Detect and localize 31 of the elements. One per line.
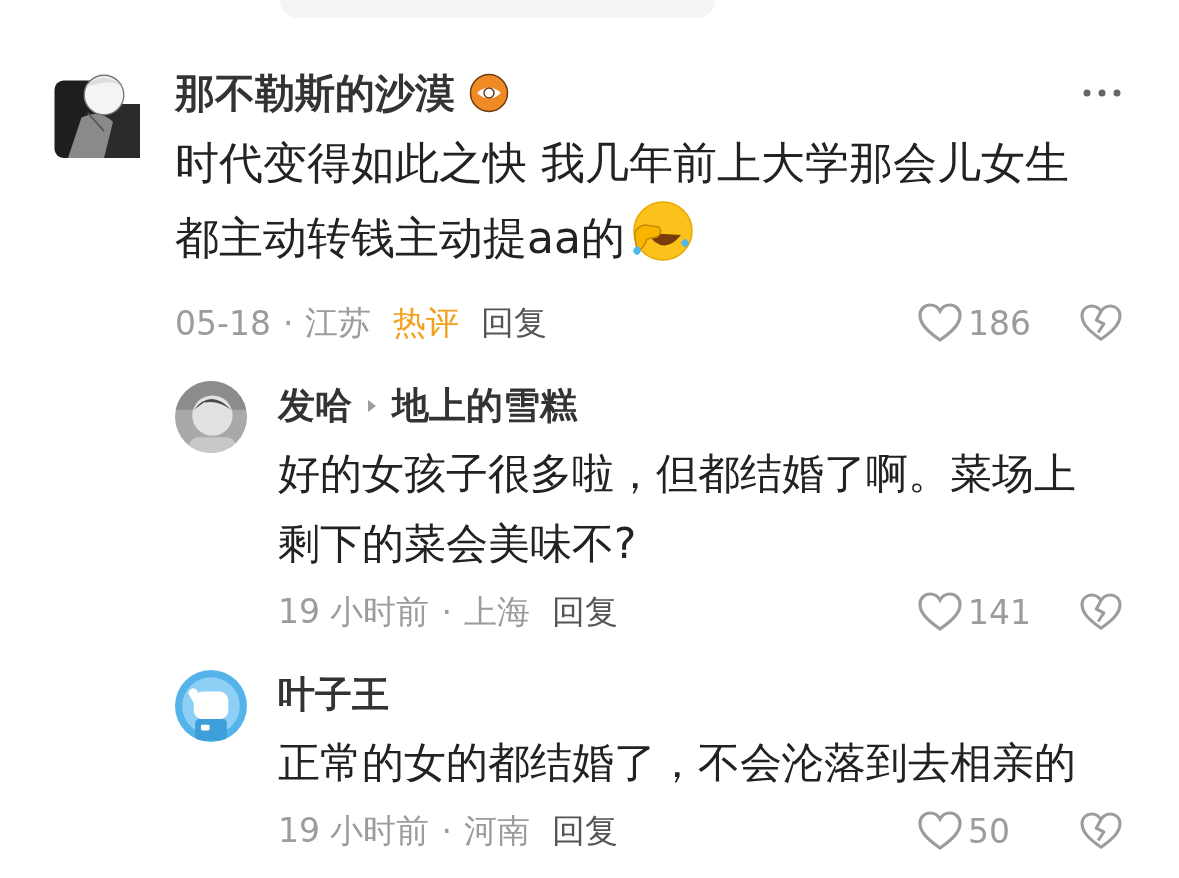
broken-heart-icon[interactable] xyxy=(1080,593,1122,631)
heart-icon[interactable] xyxy=(918,592,962,632)
caret-icon xyxy=(366,398,378,414)
more-icon[interactable] xyxy=(1082,88,1122,98)
separator-dot: · xyxy=(441,811,452,851)
broken-heart-icon[interactable] xyxy=(1080,812,1122,850)
like-count: 50 xyxy=(968,811,1011,851)
like-count: 186 xyxy=(968,303,1030,343)
comment-location: 河南 xyxy=(464,809,530,852)
author-name[interactable]: 叶子王 xyxy=(278,670,389,720)
reply-text: 好的女孩子很多啦，但都结婚了啊。菜场上剩下的菜会美味不? xyxy=(278,449,1076,568)
heart-icon[interactable] xyxy=(918,811,962,851)
like-count: 141 xyxy=(968,592,1030,632)
comment-date: 19 小时前 xyxy=(278,590,430,633)
comment-text: 时代变得如此之快 我几年前上大学那会儿女生都主动转钱主动提aa的 xyxy=(175,137,1069,263)
comment-location: 江苏 xyxy=(305,301,372,344)
reply-link[interactable]: 回复 xyxy=(552,808,618,854)
reply-link[interactable]: 回复 xyxy=(552,589,618,635)
broken-heart-icon[interactable] xyxy=(1080,304,1122,342)
author-name[interactable]: 发哈 xyxy=(278,381,352,431)
comment-location: 上海 xyxy=(464,590,530,633)
heart-icon[interactable] xyxy=(918,303,962,343)
reply-text: 正常的女的都结婚了，不会沦落到去相亲的 xyxy=(278,738,1076,787)
comment-date: 19 小时前 xyxy=(278,809,430,852)
separator-dot: · xyxy=(282,303,294,343)
reply-link[interactable]: 回复 xyxy=(481,300,548,346)
author-name[interactable]: 那不勒斯的沙漠 xyxy=(175,65,455,121)
separator-dot: · xyxy=(441,592,452,632)
hot-comment-tag: 热评 xyxy=(393,300,460,346)
reply-to-name[interactable]: 地上的雪糕 xyxy=(392,381,577,431)
comment-date: 05-18 xyxy=(175,303,271,343)
